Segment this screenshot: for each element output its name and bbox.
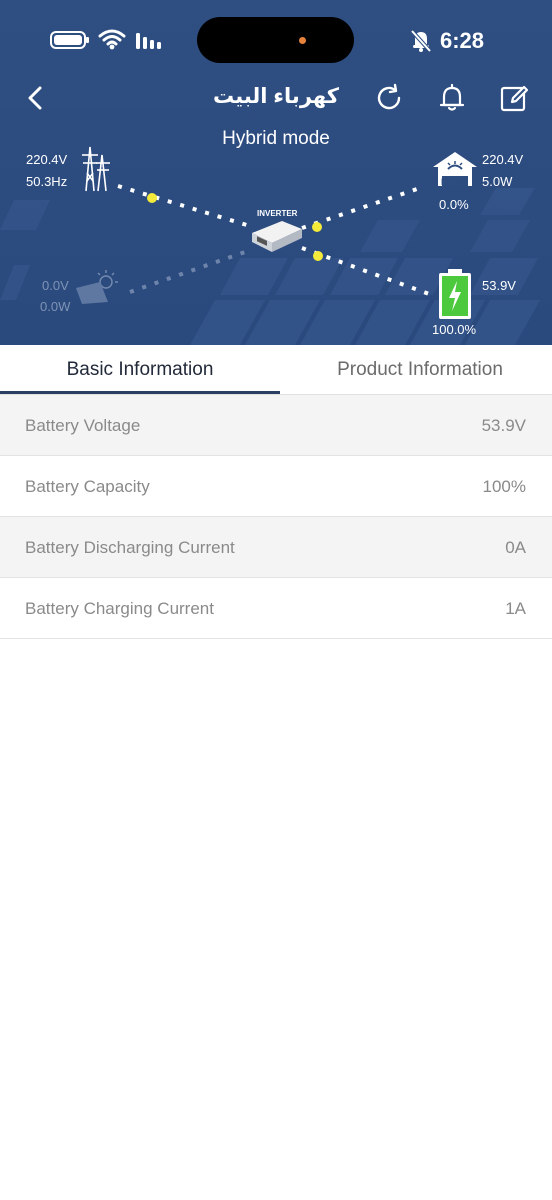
load-flow-dot	[312, 222, 322, 232]
list-item: Battery Voltage 53.9V	[0, 395, 552, 456]
grid-flow-line	[117, 184, 251, 228]
energy-flow-panel: 6:28 كهرباء البيت Hybrid mode 220.4V 50.…	[0, 0, 552, 345]
battery-flow-dot	[313, 251, 323, 261]
load-percent: 0.0%	[439, 197, 469, 212]
list-item: Battery Capacity 100%	[0, 456, 552, 517]
load-power: 5.0W	[482, 174, 513, 189]
row-label: Battery Discharging Current	[25, 538, 235, 557]
row-value: 0A	[505, 538, 526, 557]
row-label: Battery Voltage	[25, 416, 141, 435]
grid-flow-dot	[147, 193, 157, 203]
pv-flow-line	[129, 250, 246, 294]
tab-product-information[interactable]: Product Information	[282, 345, 552, 394]
tab-basic-information[interactable]: Basic Information	[2, 345, 278, 394]
battery-voltage: 53.9V	[482, 278, 516, 293]
battery-percent: 100.0%	[432, 322, 477, 337]
grid-voltage: 220.4V	[26, 152, 68, 167]
pv-power: 0.0W	[40, 299, 71, 314]
row-label: Battery Charging Current	[25, 599, 214, 618]
row-value: 53.9V	[481, 416, 526, 435]
list-item: Battery Charging Current 1A	[0, 578, 552, 639]
list-item: Battery Discharging Current 0A	[0, 517, 552, 578]
pv-voltage: 0.0V	[42, 278, 69, 293]
row-label: Battery Capacity	[25, 477, 150, 496]
info-list: Battery Voltage 53.9V Battery Capacity 1…	[0, 395, 552, 639]
battery-icon	[439, 269, 471, 319]
load-voltage: 220.4V	[482, 152, 524, 167]
row-value: 1A	[505, 599, 526, 618]
inverter-label: INVERTER	[257, 209, 298, 218]
load-flow-line	[301, 186, 421, 230]
solar-panel-icon	[76, 270, 118, 304]
inverter-icon	[252, 221, 302, 252]
row-value: 100%	[482, 477, 526, 496]
load-icon-label: LOAD	[441, 177, 467, 187]
power-tower-icon	[82, 146, 110, 192]
grid-frequency: 50.3Hz	[26, 174, 68, 189]
info-tabs: Basic Information Product Information	[0, 345, 552, 395]
active-tab-indicator	[0, 391, 280, 394]
